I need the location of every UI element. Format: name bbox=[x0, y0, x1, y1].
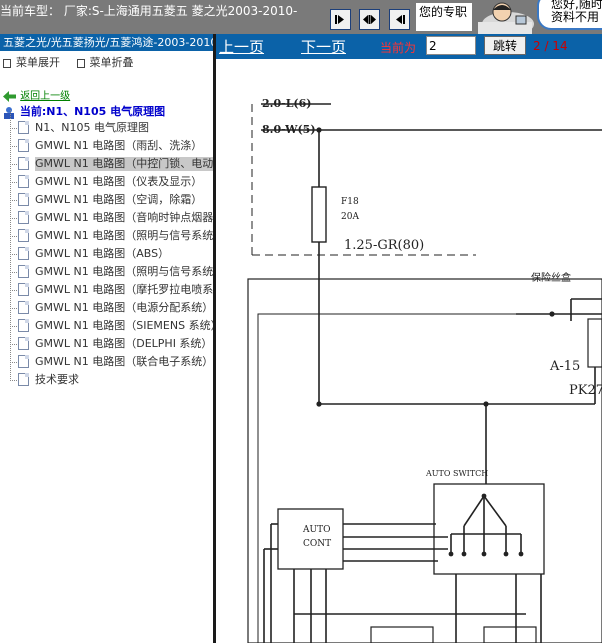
tip-text: 您的专职 bbox=[416, 3, 472, 31]
document-icon bbox=[18, 139, 29, 152]
step-back-icon bbox=[335, 15, 344, 24]
tree-item-label: GMWL N1 电路图（摩托罗拉电喷系统） bbox=[35, 283, 213, 296]
collapse-icon bbox=[76, 58, 85, 68]
top-header: 当前车型： 厂家:S-上海通用五菱五 菱之光2003-2010- 您的专职 您好… bbox=[0, 0, 602, 34]
tree-item[interactable]: GMWL N1 电路图（DELPHI 系统） bbox=[0, 326, 213, 353]
tree-item-label: GMWL N1 电路图（照明与信号系统） bbox=[35, 229, 213, 242]
prev-page-link[interactable]: 上一页 bbox=[219, 36, 264, 57]
auto-switch-label: AUTO SWITCH bbox=[425, 469, 488, 478]
tree-item-label: GMWL N1 电路图（联合电子系统） bbox=[35, 355, 213, 368]
expand-icon bbox=[363, 15, 376, 24]
tree-item[interactable]: GMWL N1 电路图（ABS） bbox=[0, 236, 213, 263]
fusebox-label: 保险丝盒 bbox=[531, 271, 571, 284]
auto-cont-label-1: AUTO bbox=[302, 525, 330, 535]
tree-item-label: GMWL N1 电路图（仪表及显示） bbox=[35, 175, 203, 188]
tree-item-label: N1、N105 电气原理图 bbox=[35, 121, 149, 134]
document-icon bbox=[18, 175, 29, 188]
page-navigation-bar: 上一页 下一页 当前为 跳转 2 / 14 bbox=[216, 34, 602, 59]
current-folder: 当前:N1、N105 电气原理图 bbox=[3, 103, 165, 119]
toggle-frame-button[interactable] bbox=[359, 9, 380, 30]
page-count: 2 / 14 bbox=[533, 39, 568, 53]
prev-frame-button[interactable] bbox=[330, 9, 351, 30]
wire-label-1: 2.0-L(6) bbox=[262, 97, 312, 110]
tree-item[interactable]: GMWL N1 电路图（SIEMENS 系统） bbox=[0, 308, 213, 335]
back-link[interactable]: 返回上一级 bbox=[3, 87, 70, 102]
tree-item-label: GMWL N1 电路图（电源分配系统） bbox=[35, 301, 213, 314]
tree-item-label: GMWL N1 电路图（空调，除霜） bbox=[35, 193, 203, 206]
tree-item[interactable]: GMWL N1 电路图（摩托罗拉电喷系统） bbox=[0, 272, 213, 299]
document-icon bbox=[18, 229, 29, 242]
tree-item[interactable]: GMWL N1 电路图（仪表及显示） bbox=[0, 164, 213, 191]
mascot-icon bbox=[472, 0, 536, 34]
jump-button[interactable]: 跳转 bbox=[484, 36, 526, 55]
tree-item-label: GMWL N1 电路图（音响时钟点烟器） bbox=[35, 211, 213, 224]
tree-item[interactable]: GMWL N1 电路图（雨刮、洗涤） bbox=[0, 128, 213, 155]
current-page-label: 当前为 bbox=[380, 41, 417, 55]
bubble-line-2: 资料不用 bbox=[551, 10, 600, 24]
circuit-diagram-svg: 2.0-L(6) 8.0-W(5) F18 20A 1.25-GR(80) 保险… bbox=[247, 97, 602, 643]
breadcrumb: 五菱之光/光五菱扬光/五菱鸿途-2003-2010 bbox=[0, 34, 213, 51]
tree-item-label: GMWL N1 电路图（ABS） bbox=[35, 247, 170, 260]
menu-expand-label: 菜单展开 bbox=[16, 56, 60, 69]
fuse-amp-label: 20A bbox=[341, 212, 359, 222]
menu-collapse-button[interactable]: 菜单折叠 bbox=[76, 54, 134, 70]
document-icon bbox=[18, 121, 29, 134]
menu-row: 菜单展开 菜单折叠 bbox=[0, 54, 144, 70]
auto-cont-label-2: CONT bbox=[303, 539, 331, 549]
tree-item[interactable]: GMWL N1 电路图（音响时钟点烟器） bbox=[0, 200, 213, 227]
pk-label: PK27 bbox=[569, 383, 602, 398]
tree-item-label: 技术要求 bbox=[35, 373, 79, 386]
tree-list: N1、N105 电气原理图 GMWL N1 电路图（雨刮、洗涤） GMWL N1… bbox=[0, 110, 213, 389]
document-icon bbox=[18, 319, 29, 332]
document-icon bbox=[18, 193, 29, 206]
step-forward-icon bbox=[396, 15, 405, 24]
tree-item[interactable]: GMWL N1 电路图（照明与信号系统） bbox=[0, 218, 213, 245]
document-icon bbox=[18, 157, 29, 170]
document-icon bbox=[18, 301, 29, 314]
circuit-diagram: 2.0-L(6) 8.0-W(5) F18 20A 1.25-GR(80) 保险… bbox=[216, 59, 602, 643]
tree-item-label: GMWL N1 电路图（中控门锁、电动车窗） bbox=[35, 157, 213, 171]
help-bubble: 您好,随时 资料不用 bbox=[537, 0, 602, 30]
document-icon bbox=[18, 211, 29, 224]
document-icon bbox=[18, 265, 29, 278]
document-icon bbox=[18, 283, 29, 296]
wire-label-2: 8.0-W(5) bbox=[262, 123, 316, 136]
tree-item[interactable]: GMWL N1 电路图（照明与信号系统） bbox=[0, 254, 213, 281]
document-icon bbox=[18, 355, 29, 368]
current-folder-label: 当前:N1、N105 电气原理图 bbox=[19, 105, 166, 118]
fuse-label: F18 bbox=[341, 197, 359, 207]
document-icon bbox=[18, 247, 29, 260]
tree-item-label: GMWL N1 电路图（DELPHI 系统） bbox=[35, 337, 213, 350]
left-panel: 五菱之光/光五菱扬光/五菱鸿途-2003-2010 菜单展开 菜单折叠 返回上一… bbox=[0, 34, 213, 643]
page-number-input[interactable] bbox=[426, 36, 476, 55]
tree-item[interactable]: GMWL N1 电路图（联合电子系统） bbox=[0, 344, 213, 371]
back-arrow-icon bbox=[3, 90, 16, 102]
tree-item-label: GMWL N1 电路图（SIEMENS 系统） bbox=[35, 319, 213, 332]
tree-item-label: GMWL N1 电路图（雨刮、洗涤） bbox=[35, 139, 203, 152]
next-frame-button[interactable] bbox=[389, 9, 410, 30]
document-icon bbox=[18, 337, 29, 350]
menu-expand-button[interactable]: 菜单展开 bbox=[3, 54, 60, 70]
tree-item[interactable]: 技术要求 bbox=[0, 362, 213, 389]
menu-collapse-label: 菜单折叠 bbox=[89, 56, 134, 69]
current-vehicle-info: 当前车型： 厂家:S-上海通用五菱五 菱之光2003-2010- bbox=[0, 4, 298, 18]
right-panel: 上一页 下一页 当前为 跳转 2 / 14 bbox=[216, 34, 602, 643]
tree-item[interactable]: GMWL N1 电路图（电源分配系统） bbox=[0, 290, 213, 317]
back-label: 返回上一级 bbox=[20, 91, 71, 102]
next-page-link[interactable]: 下一页 bbox=[301, 36, 346, 57]
expand-icon bbox=[3, 58, 11, 68]
document-icon bbox=[18, 373, 29, 386]
tree-item[interactable]: N1、N105 电气原理图 bbox=[0, 110, 213, 137]
wire-label-3: 1.25-GR(80) bbox=[344, 238, 424, 253]
tree-item-label: GMWL N1 电路图（照明与信号系统） bbox=[35, 265, 213, 278]
tree-item[interactable]: GMWL N1 电路图（空调，除霜） bbox=[0, 182, 213, 209]
tree-item-selected[interactable]: GMWL N1 电路图（中控门锁、电动车窗） bbox=[0, 146, 213, 173]
connector-label: A-15 bbox=[549, 359, 580, 374]
